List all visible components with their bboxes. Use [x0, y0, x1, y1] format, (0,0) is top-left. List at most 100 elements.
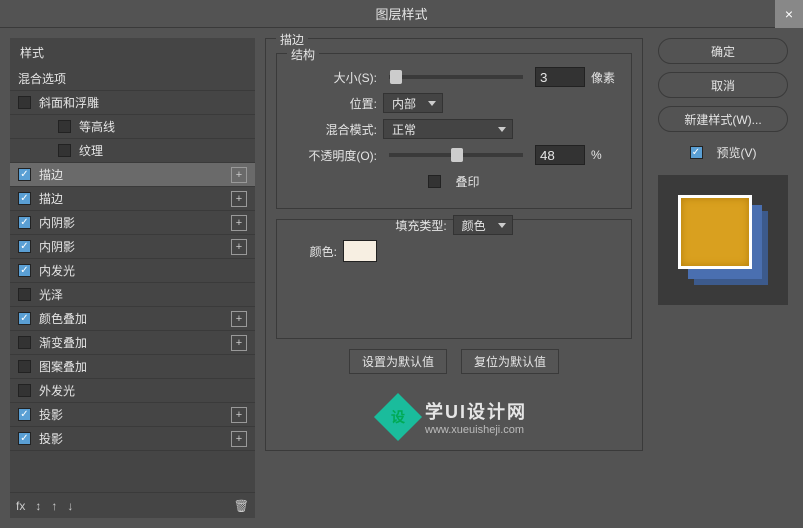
style-checkbox[interactable]: [18, 288, 31, 301]
style-row-11[interactable]: 渐变叠加+: [10, 331, 255, 355]
style-row-14[interactable]: 投影+: [10, 403, 255, 427]
style-checkbox[interactable]: [18, 336, 31, 349]
filltype-label: 填充类型:: [395, 217, 446, 234]
cancel-button[interactable]: 取消: [658, 72, 788, 98]
style-row-5[interactable]: 描边+: [10, 187, 255, 211]
style-row-8[interactable]: 内发光: [10, 259, 255, 283]
add-effect-icon[interactable]: +: [231, 335, 247, 351]
style-row-3[interactable]: 纹理: [10, 139, 255, 163]
style-label: 内发光: [39, 262, 247, 279]
style-label: 图案叠加: [39, 358, 247, 375]
style-checkbox[interactable]: [58, 120, 71, 133]
size-row: 大小(S): 像素: [287, 64, 621, 90]
overprint-checkbox[interactable]: [428, 175, 441, 188]
style-row-2[interactable]: 等高线: [10, 115, 255, 139]
color-row: 颜色:: [287, 238, 621, 264]
style-label: 内阴影: [39, 238, 231, 255]
style-label: 颜色叠加: [39, 310, 231, 327]
dialog-title: 图层样式: [375, 4, 427, 23]
reset-default-button[interactable]: 复位为默认值: [461, 349, 559, 374]
stroke-group: 描边 结构 大小(S): 像素 位置: 内部 混合模式:: [265, 38, 643, 451]
style-row-4[interactable]: 描边+: [10, 163, 255, 187]
style-checkbox[interactable]: [18, 384, 31, 397]
titlebar: 图层样式 ×: [0, 0, 803, 28]
style-checkbox[interactable]: [18, 432, 31, 445]
opacity-row: 不透明度(O): %: [287, 142, 621, 168]
style-row-7[interactable]: 内阴影+: [10, 235, 255, 259]
position-row: 位置: 内部: [287, 90, 621, 116]
default-buttons: 设置为默认值 复位为默认值: [276, 349, 632, 374]
style-row-15[interactable]: 投影+: [10, 427, 255, 451]
style-row-10[interactable]: 颜色叠加+: [10, 307, 255, 331]
style-checkbox[interactable]: [18, 240, 31, 253]
style-label: 投影: [39, 430, 231, 447]
structure-legend: 结构: [287, 46, 319, 63]
preview-checkbox[interactable]: [690, 146, 703, 159]
position-label: 位置:: [287, 95, 377, 112]
size-slider[interactable]: [389, 75, 523, 79]
add-effect-icon[interactable]: +: [231, 311, 247, 327]
filltype-select[interactable]: 颜色: [453, 215, 513, 235]
opacity-unit: %: [591, 148, 621, 162]
color-label: 颜色:: [287, 243, 337, 260]
set-default-button[interactable]: 设置为默认值: [349, 349, 447, 374]
preview-toggle[interactable]: 预览(V): [690, 144, 757, 161]
position-select[interactable]: 内部: [383, 93, 443, 113]
close-button[interactable]: ×: [775, 0, 803, 28]
style-label: 内阴影: [39, 214, 231, 231]
style-label: 渐变叠加: [39, 334, 231, 351]
size-input[interactable]: [535, 67, 585, 87]
size-slider-thumb[interactable]: [390, 70, 402, 84]
style-row-12[interactable]: 图案叠加: [10, 355, 255, 379]
new-style-button[interactable]: 新建样式(W)...: [658, 106, 788, 132]
color-swatch[interactable]: [343, 240, 377, 262]
style-row-9[interactable]: 光泽: [10, 283, 255, 307]
styles-panel: 样式 混合选项斜面和浮雕等高线纹理描边+描边+内阴影+内阴影+内发光光泽颜色叠加…: [10, 38, 255, 518]
style-label: 光泽: [39, 286, 247, 303]
move-up-icon[interactable]: ↑: [51, 499, 57, 513]
filltype-row: 填充类型: 颜色: [287, 212, 621, 238]
structure-group: 结构 大小(S): 像素 位置: 内部 混合模式: 正常: [276, 53, 632, 209]
style-label: 斜面和浮雕: [39, 94, 247, 111]
opacity-slider-thumb[interactable]: [451, 148, 463, 162]
watermark: 设 学UI设计网 www.xueuisheji.com: [276, 398, 632, 436]
styles-header: 样式: [10, 38, 255, 67]
add-effect-icon[interactable]: +: [231, 191, 247, 207]
style-checkbox[interactable]: [18, 96, 31, 109]
opacity-slider[interactable]: [389, 153, 523, 157]
add-effect-icon[interactable]: +: [231, 431, 247, 447]
layer-style-dialog: 图层样式 × 样式 混合选项斜面和浮雕等高线纹理描边+描边+内阴影+内阴影+内发…: [0, 0, 803, 528]
watermark-text: 学UI设计网 www.xueuisheji.com: [425, 398, 527, 436]
opacity-label: 不透明度(O):: [287, 147, 377, 164]
style-row-6[interactable]: 内阴影+: [10, 211, 255, 235]
style-label: 描边: [39, 166, 231, 183]
preview-stack: [678, 195, 768, 285]
style-row-13[interactable]: 外发光: [10, 379, 255, 403]
style-checkbox[interactable]: [18, 408, 31, 421]
fill-group: 填充类型: 颜色 颜色:: [276, 219, 632, 339]
style-checkbox[interactable]: [58, 144, 71, 157]
style-checkbox[interactable]: [18, 264, 31, 277]
style-row-0[interactable]: 混合选项: [10, 67, 255, 91]
opacity-input[interactable]: [535, 145, 585, 165]
size-unit: 像素: [591, 69, 621, 86]
fx-icon[interactable]: fx: [16, 499, 25, 513]
style-checkbox[interactable]: [18, 360, 31, 373]
add-effect-icon[interactable]: +: [231, 239, 247, 255]
add-effect-icon[interactable]: +: [231, 407, 247, 423]
trash-icon[interactable]: 🗑: [234, 499, 249, 513]
style-row-1[interactable]: 斜面和浮雕: [10, 91, 255, 115]
style-checkbox[interactable]: [18, 168, 31, 181]
style-checkbox[interactable]: [18, 216, 31, 229]
move-down-icon[interactable]: ↓: [67, 499, 73, 513]
overprint-row: 叠印: [287, 168, 621, 194]
overprint-label: 叠印: [455, 173, 479, 190]
add-effect-icon[interactable]: +: [231, 215, 247, 231]
sort-icon[interactable]: ↕: [35, 499, 41, 513]
style-checkbox[interactable]: [18, 192, 31, 205]
blend-select[interactable]: 正常: [383, 119, 513, 139]
ok-button[interactable]: 确定: [658, 38, 788, 64]
add-effect-icon[interactable]: +: [231, 167, 247, 183]
style-checkbox[interactable]: [18, 312, 31, 325]
styles-footer: fx ↕ ↑ ↓ 🗑: [10, 492, 255, 518]
